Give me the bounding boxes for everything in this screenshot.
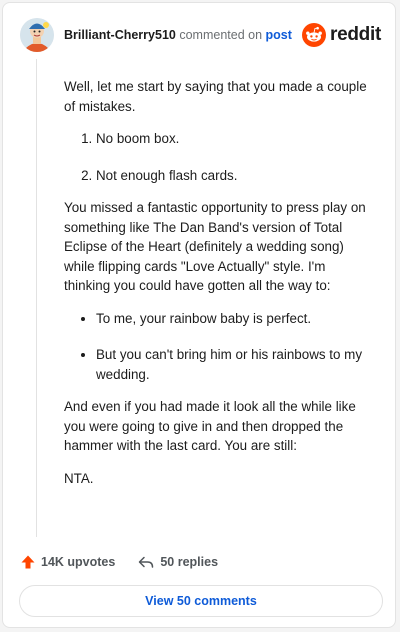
list-item: But you can't bring him or his rainbows … <box>96 345 374 384</box>
comment-verdict: NTA. <box>64 470 94 486</box>
reply-arrow-icon <box>139 556 154 568</box>
username-link[interactable]: Brilliant-Cherry510 <box>64 28 176 42</box>
cards-list: To me, your rainbow baby is perfect. But… <box>64 309 374 385</box>
thread-line <box>36 59 37 537</box>
view-comments-button[interactable]: View 50 comments <box>19 585 383 617</box>
reddit-logo[interactable]: reddit <box>302 23 381 47</box>
replies-button[interactable]: 50 replies <box>137 554 218 570</box>
upvote-button[interactable]: 14K upvotes <box>20 554 115 570</box>
reddit-snoo-icon <box>302 23 327 47</box>
reply-count: 50 replies <box>160 555 219 569</box>
list-item: To me, your rainbow baby is perfect. <box>96 309 374 329</box>
comment-paragraph: And even if you had made it look all the… <box>64 399 356 453</box>
comment-body: Well, let me start by saying that you ma… <box>64 77 374 501</box>
comment-card: Brilliant-Cherry510 commented on post re… <box>2 2 396 628</box>
list-item: No boom box. <box>96 129 374 149</box>
comment-header: Brilliant-Cherry510 commented on post re… <box>20 17 381 53</box>
mistakes-list: No boom box. Not enough flash cards. <box>64 129 374 185</box>
post-link[interactable]: post <box>266 28 292 42</box>
comment-intro: Well, let me start by saying that you ma… <box>64 79 367 114</box>
list-item: Not enough flash cards. <box>96 166 374 186</box>
reddit-wordmark: reddit <box>330 24 381 45</box>
avatar[interactable] <box>20 18 54 52</box>
upvote-arrow-icon <box>21 555 35 569</box>
comment-actions: 14K upvotes 50 replies <box>20 551 218 573</box>
commented-on-label: commented on <box>179 28 263 42</box>
comment-paragraph: You missed a fantastic opportunity to pr… <box>64 200 366 293</box>
comment-meta: Brilliant-Cherry510 commented on post <box>64 28 302 42</box>
upvote-count: 14K upvotes <box>41 555 116 569</box>
